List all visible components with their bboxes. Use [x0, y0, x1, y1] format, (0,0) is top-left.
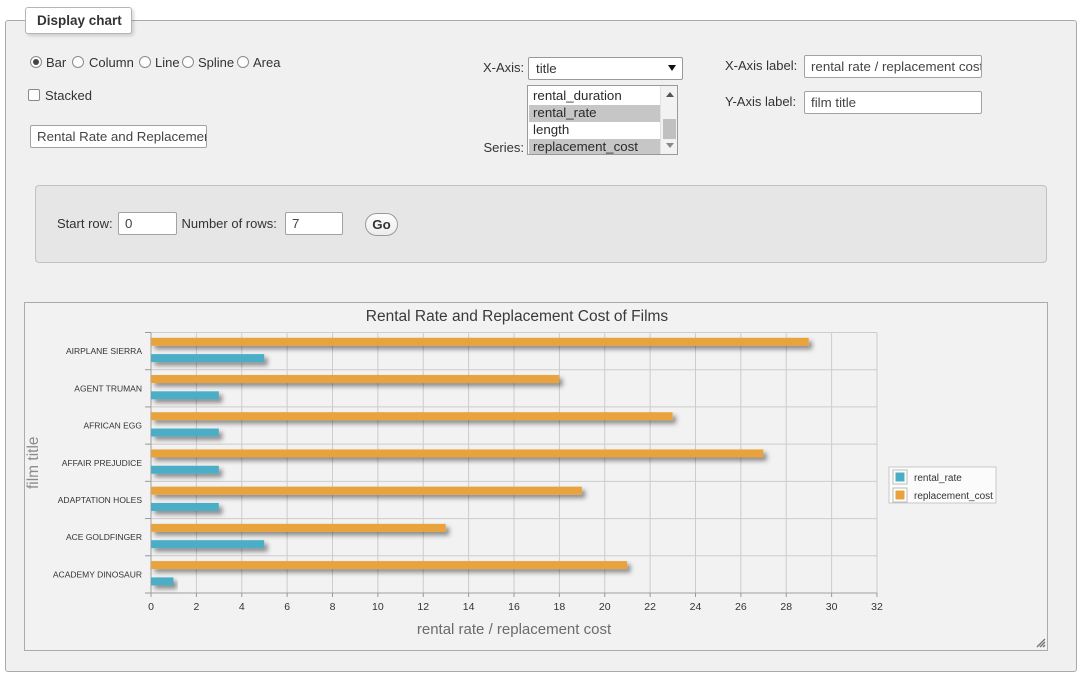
- svg-text:22: 22: [644, 601, 656, 613]
- svg-text:AGENT TRUMAN: AGENT TRUMAN: [74, 383, 142, 393]
- svg-text:2: 2: [193, 601, 199, 613]
- svg-text:6: 6: [284, 601, 290, 613]
- svg-text:32: 32: [871, 601, 883, 613]
- svg-text:ADAPTATION HOLES: ADAPTATION HOLES: [58, 495, 143, 505]
- svg-text:20: 20: [599, 601, 611, 613]
- svg-text:12: 12: [417, 601, 429, 613]
- svg-text:replacement_cost: replacement_cost: [914, 491, 993, 502]
- svg-text:Rental Rate and Replacement Co: Rental Rate and Replacement Cost of Film…: [366, 308, 669, 325]
- svg-text:AFRICAN EGG: AFRICAN EGG: [83, 421, 142, 431]
- svg-text:0: 0: [148, 601, 154, 613]
- svg-text:28: 28: [780, 601, 792, 613]
- svg-text:film title: film title: [25, 436, 42, 489]
- svg-text:8: 8: [330, 601, 336, 613]
- svg-text:AIRPLANE SIERRA: AIRPLANE SIERRA: [66, 346, 142, 356]
- svg-text:24: 24: [690, 601, 702, 613]
- svg-text:rental rate / replacement cost: rental rate / replacement cost: [417, 621, 612, 638]
- svg-text:rental_rate: rental_rate: [914, 473, 962, 484]
- svg-text:14: 14: [463, 601, 475, 613]
- svg-text:10: 10: [372, 601, 384, 613]
- svg-text:26: 26: [735, 601, 747, 613]
- svg-text:AFFAIR PREJUDICE: AFFAIR PREJUDICE: [62, 458, 143, 468]
- svg-text:30: 30: [826, 601, 838, 613]
- svg-text:4: 4: [239, 601, 245, 613]
- svg-text:ACE GOLDFINGER: ACE GOLDFINGER: [66, 532, 142, 542]
- svg-text:16: 16: [508, 601, 520, 613]
- svg-text:18: 18: [554, 601, 566, 613]
- svg-text:ACADEMY DINOSAUR: ACADEMY DINOSAUR: [53, 569, 142, 579]
